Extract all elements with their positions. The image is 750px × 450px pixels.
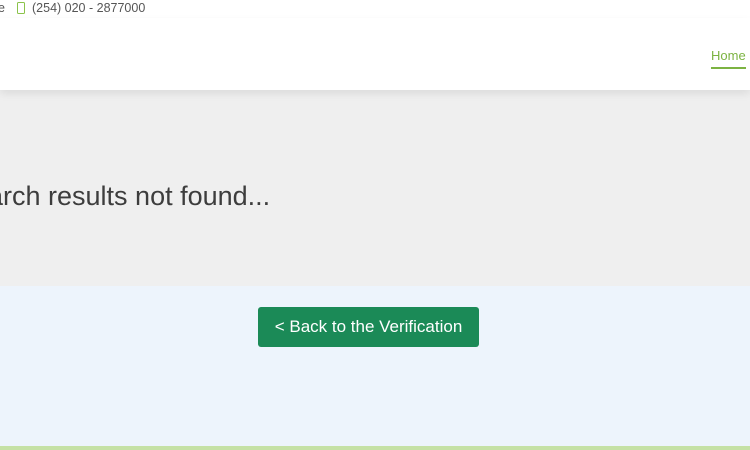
footer-divider	[0, 446, 750, 450]
top-contact-bar: e (254) 020 - 2877000	[0, 0, 750, 18]
page-title: arch results not found...	[0, 181, 271, 211]
back-to-verification-button[interactable]: < Back to the Verification	[258, 307, 479, 347]
phone-contact[interactable]: (254) 020 - 2877000	[17, 1, 145, 15]
mobile-phone-icon	[17, 2, 25, 14]
nav-item-home[interactable]: Home	[711, 48, 746, 69]
top-contact-text-partial: e	[0, 1, 5, 15]
phone-number[interactable]: (254) 020 - 2877000	[32, 1, 145, 15]
site-header: Home	[0, 18, 750, 90]
content-section: < Back to the Verification	[0, 286, 750, 446]
hero-banner: arch results not found...	[0, 90, 750, 286]
